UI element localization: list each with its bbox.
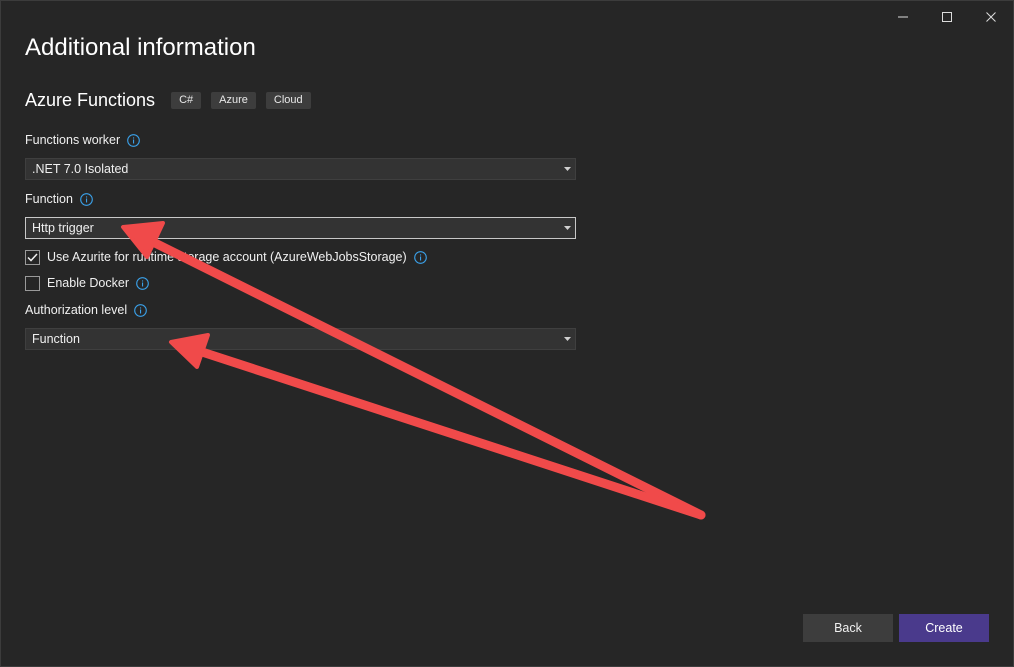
tag-csharp: C# <box>171 91 202 109</box>
authorization-level-label-text: Authorization level <box>25 303 128 317</box>
info-icon[interactable] <box>413 250 427 264</box>
minimize-icon <box>898 16 908 18</box>
chevron-down-icon <box>559 226 575 230</box>
functions-worker-label-text: Functions worker <box>25 133 121 147</box>
authorization-level-value: Function <box>32 332 80 346</box>
functions-worker-value: .NET 7.0 Isolated <box>32 162 129 176</box>
function-label-text: Function <box>25 192 73 206</box>
authorization-level-label: Authorization level <box>25 302 148 318</box>
info-icon[interactable] <box>134 303 148 317</box>
docker-checkbox[interactable] <box>25 275 40 291</box>
titlebar-controls <box>881 1 1013 33</box>
docker-label: Enable Docker <box>47 276 129 290</box>
info-icon[interactable] <box>80 192 93 206</box>
azurite-label: Use Azurite for runtime storage account … <box>47 250 407 264</box>
info-icon[interactable] <box>136 276 149 290</box>
authorization-level-dropdown[interactable]: Function <box>25 328 576 350</box>
function-label: Function <box>25 191 93 207</box>
checkmark-icon <box>27 252 38 262</box>
docker-option: Enable Docker <box>25 274 149 292</box>
maximize-icon <box>942 12 952 22</box>
annotation-arrow <box>121 221 706 520</box>
dialog-window: Additional information Azure Functions C… <box>0 0 1014 667</box>
back-button[interactable]: Back <box>803 614 893 642</box>
template-name: Azure Functions <box>25 90 156 110</box>
create-button[interactable]: Create <box>899 614 989 642</box>
annotation-arrow <box>169 333 706 520</box>
function-value: Http trigger <box>32 221 94 235</box>
chevron-down-icon <box>559 167 575 171</box>
info-icon[interactable] <box>127 133 141 147</box>
tag-azure: Azure <box>211 91 256 109</box>
template-header: Azure Functions C# Azure Cloud <box>25 89 321 111</box>
tag-cloud: Cloud <box>265 91 311 109</box>
page-title: Additional information <box>25 34 256 61</box>
functions-worker-label: Functions worker <box>25 132 141 148</box>
chevron-down-icon <box>559 337 575 341</box>
azurite-option: Use Azurite for runtime storage account … <box>25 248 427 266</box>
functions-worker-dropdown[interactable]: .NET 7.0 Isolated <box>25 158 576 180</box>
minimize-button[interactable] <box>881 1 925 33</box>
close-button[interactable] <box>969 1 1013 33</box>
azurite-checkbox[interactable] <box>25 249 40 265</box>
close-icon <box>986 12 996 22</box>
maximize-button[interactable] <box>925 1 969 33</box>
function-dropdown[interactable]: Http trigger <box>25 217 576 239</box>
